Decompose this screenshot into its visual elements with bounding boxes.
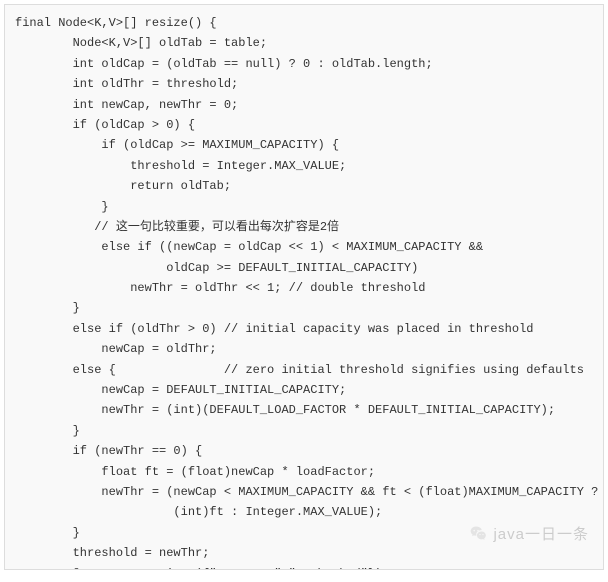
code-line: else { // zero initial threshold signifi… [15,360,593,380]
code-line: threshold = Integer.MAX_VALUE; [15,156,593,176]
code-line: if (oldCap > 0) { [15,115,593,135]
code-line: } [15,421,593,441]
code-line: // 这一句比较重要，可以看出每次扩容是2倍 [15,217,593,237]
code-line: newThr = (int)(DEFAULT_LOAD_FACTOR * DEF… [15,400,593,420]
code-line: } [15,197,593,217]
code-line: (int)ft : Integer.MAX_VALUE); [15,502,593,522]
code-line: newThr = (newCap < MAXIMUM_CAPACITY && f… [15,482,593,502]
code-block: final Node<K,V>[] resize() { Node<K,V>[]… [4,4,604,570]
code-line: if (oldCap >= MAXIMUM_CAPACITY) { [15,135,593,155]
code-line: threshold = newThr; [15,543,593,563]
code-line: } [15,298,593,318]
code-line: int oldCap = (oldTab == null) ? 0 : oldT… [15,54,593,74]
code-line: if (newThr == 0) { [15,441,593,461]
code-line: oldCap >= DEFAULT_INITIAL_CAPACITY) [15,258,593,278]
code-line: float ft = (float)newCap * loadFactor; [15,462,593,482]
code-line: Node<K,V>[] oldTab = table; [15,33,593,53]
code-line: int newCap, newThr = 0; [15,95,593,115]
code-line: int oldThr = threshold; [15,74,593,94]
code-line: else if ((newCap = oldCap << 1) < MAXIMU… [15,237,593,257]
code-line: return oldTab; [15,176,593,196]
code-line: @SuppressWarnings({"rawtypes","unchecked… [15,564,593,570]
code-line: newThr = oldThr << 1; // double threshol… [15,278,593,298]
code-line: newCap = DEFAULT_INITIAL_CAPACITY; [15,380,593,400]
code-line: } [15,523,593,543]
code-line: final Node<K,V>[] resize() { [15,13,593,33]
code-line: else if (oldThr > 0) // initial capacity… [15,319,593,339]
code-line: newCap = oldThr; [15,339,593,359]
